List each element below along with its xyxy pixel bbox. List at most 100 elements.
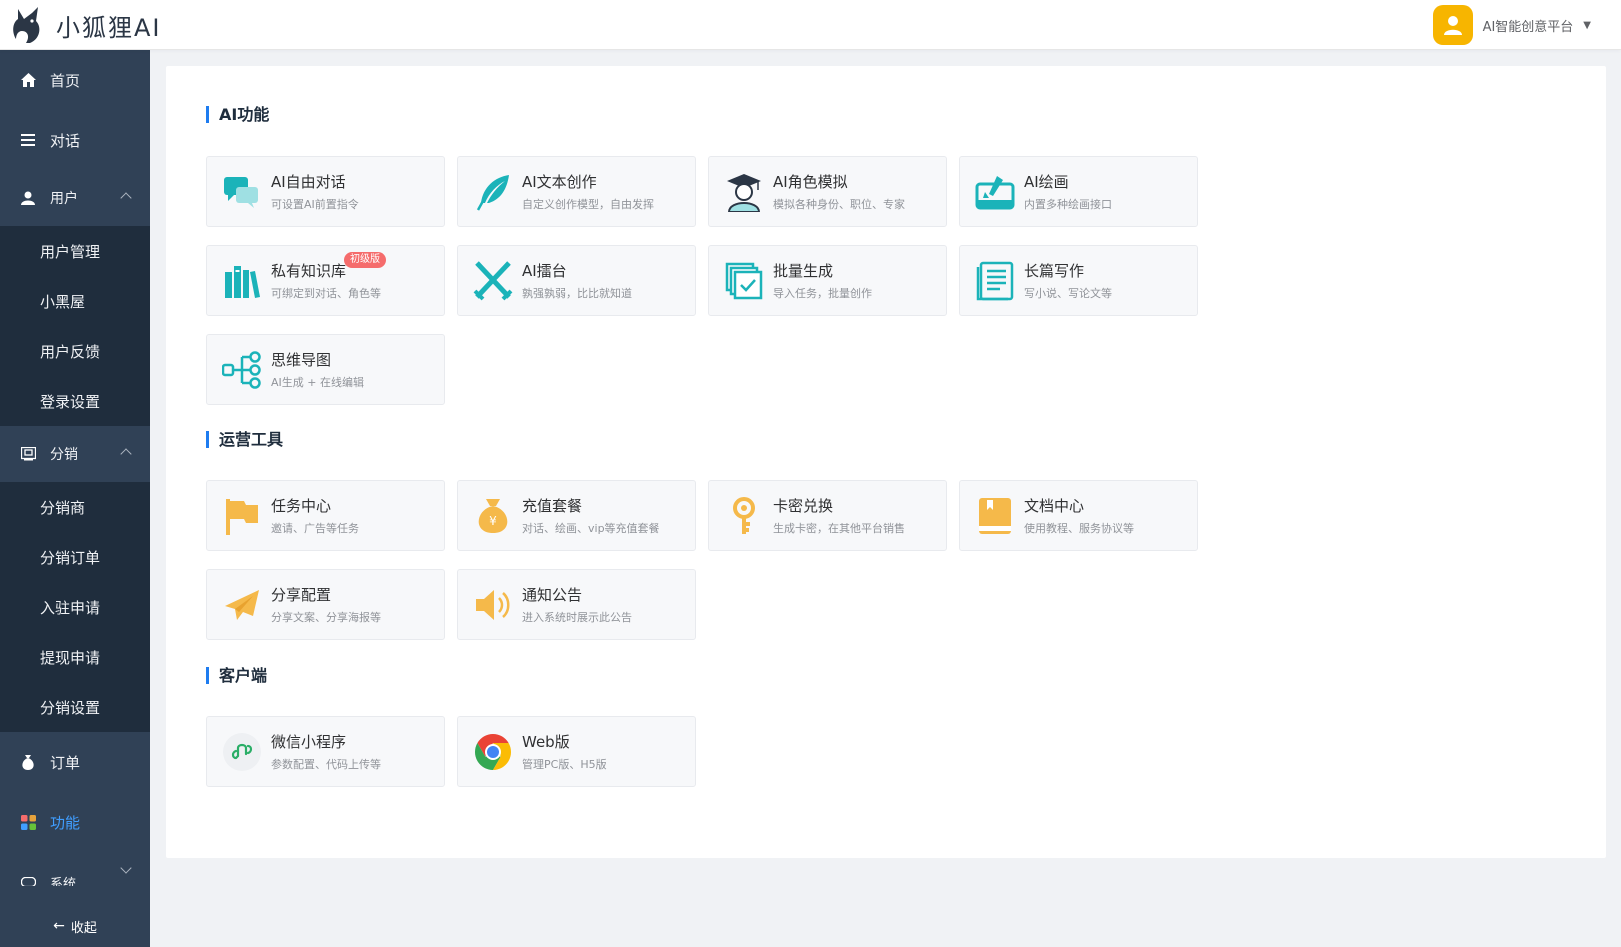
card-desc: 生成卡密，在其他平台销售 — [773, 521, 905, 535]
svg-text:¥: ¥ — [489, 514, 497, 528]
card-desc: 可绑定到对话、角色等 — [271, 286, 381, 300]
card-title: 批量生成 — [773, 261, 834, 280]
collapse-button[interactable]: ← 收起 — [0, 905, 150, 947]
key-icon — [723, 495, 765, 537]
card-share-config[interactable]: 分享配置 分享文案、分享海报等 — [206, 569, 445, 640]
flag-icon — [221, 495, 263, 537]
chevron-down-icon — [120, 862, 132, 874]
card-desc: 孰强孰弱，比比就知道 — [522, 286, 632, 300]
graduate-icon — [723, 171, 765, 213]
avatar — [1432, 5, 1473, 45]
card-desc: 写小说、写论文等 — [1024, 286, 1112, 300]
user-name: AI智能创意平台 — [1482, 19, 1574, 35]
card-card-key-redeem[interactable]: 卡密兑换 生成卡密，在其他平台销售 — [708, 480, 947, 551]
sidebar-subitem-login-settings[interactable]: 登录设置 — [0, 376, 150, 426]
card-document-center[interactable]: 文档中心 使用教程、服务协议等 — [959, 480, 1198, 551]
card-desc: 进入系统时展示此公告 — [522, 610, 632, 624]
user-menu[interactable]: AI智能创意平台 ▼ — [1432, 5, 1591, 45]
card-ai-role[interactable]: AI角色模拟 模拟各种身份、职位、专家 — [708, 156, 947, 227]
home-icon — [20, 72, 36, 88]
mini-program-icon — [221, 731, 263, 773]
list-icon — [20, 132, 36, 148]
user-icon — [20, 190, 36, 206]
card-desc: 使用教程、服务协议等 — [1024, 521, 1134, 535]
paper-plane-icon — [221, 584, 263, 626]
user-submenu: 用户管理 小黑屋 用户反馈 登录设置 — [0, 226, 150, 426]
gamepad-icon — [20, 874, 36, 886]
card-desc: 管理PC版、H5版 — [522, 757, 607, 771]
sidebar-item-system[interactable]: 系统 — [0, 852, 150, 886]
speaker-icon — [472, 584, 514, 626]
sidebar-item-function[interactable]: 功能 — [0, 792, 150, 852]
card-desc: 可设置AI前置指令 — [271, 197, 359, 211]
sidebar-item-order[interactable]: 订单 — [0, 732, 150, 792]
card-notice[interactable]: 通知公告 进入系统时展示此公告 — [457, 569, 696, 640]
sidebar-subitem-feedback[interactable]: 用户反馈 — [0, 326, 150, 376]
card-desc: 自定义创作模型，自由发挥 — [522, 197, 654, 211]
card-title: 充值套餐 — [522, 496, 583, 515]
sidebar-item-label: 对话 — [50, 131, 81, 150]
sidebar-item-chat[interactable]: 对话 — [0, 110, 150, 170]
card-title: 分享配置 — [271, 585, 332, 604]
book-icon — [974, 495, 1016, 537]
card-desc: 导入任务，批量创作 — [773, 286, 872, 300]
distribution-icon — [20, 446, 36, 462]
card-recharge-package[interactable]: ¥ 充值套餐 对话、绘画、vip等充值套餐 — [457, 480, 696, 551]
mindmap-icon — [221, 349, 263, 391]
sidebar-subitem-user-management[interactable]: 用户管理 — [0, 226, 150, 276]
sidebar-subitem-withdraw-requests[interactable]: 提现申请 — [0, 632, 150, 682]
distribution-submenu: 分销商 分销订单 入驻申请 提现申请 分销设置 — [0, 482, 150, 732]
sidebar-subitem-join-requests[interactable]: 入驻申请 — [0, 582, 150, 632]
sidebar-item-label: 功能 — [50, 813, 81, 832]
chrome-icon — [472, 731, 514, 773]
card-desc: 对话、绘画、vip等充值套餐 — [522, 521, 660, 535]
logo[interactable]: 小狐狸AI — [12, 5, 162, 45]
card-wechat-mini-program[interactable]: 微信小程序 参数配置、代码上传等 — [206, 716, 445, 787]
card-title: 通知公告 — [522, 585, 583, 604]
sidebar-subitem-blacklist[interactable]: 小黑屋 — [0, 276, 150, 326]
sidebar-item-home[interactable]: 首页 — [0, 50, 150, 110]
document-lines-icon — [974, 260, 1016, 302]
money-bag-icon — [20, 754, 36, 770]
card-desc: 邀请、广告等任务 — [271, 521, 359, 535]
section-title-ai: AI功能 — [206, 106, 269, 123]
card-batch-generate[interactable]: 批量生成 导入任务，批量创作 — [708, 245, 947, 316]
card-ai-arena[interactable]: AI擂台 孰强孰弱，比比就知道 — [457, 245, 696, 316]
card-desc: 模拟各种身份、职位、专家 — [773, 197, 905, 211]
chat-bubble-icon — [221, 171, 263, 213]
apps-grid-icon — [20, 814, 36, 830]
card-task-center[interactable]: 任务中心 邀请、广告等任务 — [206, 480, 445, 551]
fox-logo-icon — [13, 7, 40, 43]
chevron-up-icon — [120, 192, 132, 204]
card-title: 思维导图 — [271, 350, 332, 369]
sidebar-item-user[interactable]: 用户 — [0, 170, 150, 226]
swords-icon — [472, 260, 514, 302]
sidebar-subitem-distribution-settings[interactable]: 分销设置 — [0, 682, 150, 732]
card-web-version[interactable]: Web版 管理PC版、H5版 — [457, 716, 696, 787]
card-ai-chat[interactable]: AI自由对话 可设置AI前置指令 — [206, 156, 445, 227]
sidebar-subitem-distributor[interactable]: 分销商 — [0, 482, 150, 532]
card-title: 微信小程序 — [271, 732, 347, 751]
card-desc: AI生成 + 在线编辑 — [271, 375, 364, 389]
card-title: AI绘画 — [1024, 172, 1069, 191]
collapse-label: 收起 — [70, 920, 97, 936]
sidebar-item-distribution[interactable]: 分销 — [0, 426, 150, 482]
card-ai-text[interactable]: AI文本创作 自定义创作模型，自由发挥 — [457, 156, 696, 227]
card-title: AI自由对话 — [271, 172, 346, 191]
card-ai-paint[interactable]: AI绘画 内置多种绘画接口 — [959, 156, 1198, 227]
section-title-client: 客户端 — [206, 667, 267, 684]
feather-icon — [472, 171, 514, 213]
sidebar-item-label: 分销 — [50, 447, 78, 463]
sidebar-subitem-distribution-orders[interactable]: 分销订单 — [0, 532, 150, 582]
sidebar-item-label: 首页 — [50, 71, 81, 90]
card-mind-map[interactable]: 思维导图 AI生成 + 在线编辑 — [206, 334, 445, 405]
card-knowledge-base[interactable]: 私有知识库 可绑定到对话、角色等 初级版 — [206, 245, 445, 316]
card-title: 文档中心 — [1024, 496, 1085, 515]
card-long-writing[interactable]: 长篇写作 写小说、写论文等 — [959, 245, 1198, 316]
caret-down-icon: ▼ — [1583, 19, 1591, 31]
card-desc: 内置多种绘画接口 — [1024, 197, 1112, 211]
version-badge: 初级版 — [344, 252, 386, 268]
sidebar-item-label: 用户 — [50, 191, 78, 207]
card-desc: 分享文案、分享海报等 — [271, 610, 381, 624]
card-title: AI角色模拟 — [773, 172, 848, 191]
